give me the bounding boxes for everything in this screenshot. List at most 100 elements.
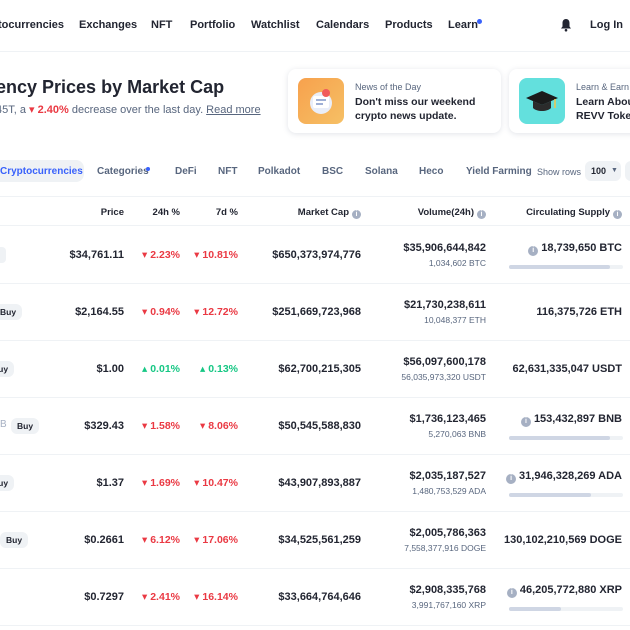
- supply-progress-fill: [509, 493, 592, 497]
- buy-button[interactable]: Buy: [11, 418, 40, 434]
- info-icon[interactable]: i: [506, 588, 517, 598]
- volume-usd[interactable]: $56,097,600,178: [403, 356, 486, 368]
- volume-coin: 1,034,602 BTC: [428, 258, 486, 268]
- caret-down-icon: ▾: [194, 306, 200, 318]
- supply-value: 18,739,650 BTC: [541, 242, 622, 254]
- volume-coin: 56,035,973,320 USDT: [401, 372, 486, 382]
- bell-icon[interactable]: [560, 18, 572, 32]
- supply-progress-bar: [509, 607, 623, 611]
- info-icon[interactable]: i: [477, 210, 486, 219]
- tab-yield-farming[interactable]: Yield Farming: [466, 166, 532, 177]
- volume-coin: 1,480,753,529 ADA: [412, 486, 486, 496]
- change-24h: ▾ 1.58%: [142, 420, 180, 432]
- login-button[interactable]: Log In: [590, 19, 623, 31]
- volume-coin: 10,048,377 ETH: [424, 315, 486, 325]
- change-7d-value: 17.06%: [202, 534, 238, 546]
- table-row[interactable]: $34,761.11 ▾ 2.23% ▾ 10.81% $650,373,974,77…: [0, 227, 630, 284]
- nav-calendars[interactable]: Calendars: [316, 19, 369, 31]
- col-volume[interactable]: Volume(24h) i: [418, 207, 486, 219]
- read-more-link[interactable]: Read more: [206, 104, 260, 116]
- caret-down-icon: ▾: [142, 306, 148, 318]
- col-price[interactable]: Price: [101, 207, 124, 218]
- tab-solana[interactable]: Solana: [365, 166, 398, 177]
- caret-down-icon: ▾: [142, 477, 148, 489]
- nav-nft[interactable]: NFT: [151, 19, 172, 31]
- top-navigation: tocurrencies Exchanges NFT Portfolio Wat…: [0, 0, 630, 52]
- change-24h-value: 6.12%: [150, 534, 180, 546]
- nav-exchanges[interactable]: Exchanges: [79, 19, 137, 31]
- tab-heco[interactable]: Heco: [419, 166, 443, 177]
- category-tabs: Cryptocurrencies Categories DeFi NFT Pol…: [0, 155, 630, 189]
- card-headline-line: Don't miss our weekend: [355, 96, 476, 108]
- chevron-down-icon: ▼: [611, 167, 618, 174]
- coin-price: $2,164.55: [75, 306, 124, 318]
- tab-categories[interactable]: Categories: [97, 166, 149, 177]
- supply-progress-bar: [509, 436, 623, 440]
- col-7d[interactable]: 7d %: [216, 207, 238, 218]
- col-24h[interactable]: 24h %: [153, 207, 180, 218]
- volume-coin: 5,270,063 BNB: [428, 429, 486, 439]
- tab-polkadot[interactable]: Polkadot: [258, 166, 300, 177]
- supply-value: 153,432,897 BNB: [533, 413, 622, 425]
- table-header: Price 24h % 7d % Market Cap i Volume(24h)…: [0, 196, 630, 226]
- caret-down-icon: ▾: [194, 249, 200, 261]
- nav-watchlist[interactable]: Watchlist: [251, 19, 300, 31]
- volume-usd[interactable]: $35,906,644,842: [403, 242, 486, 254]
- volume-usd[interactable]: $1,736,123,465: [410, 413, 486, 425]
- volume-coin: 3,991,767,160 XRP: [411, 600, 486, 610]
- buy-button[interactable]: Buy: [0, 532, 29, 548]
- nav-products[interactable]: Products: [385, 19, 433, 31]
- info-icon[interactable]: i: [520, 417, 531, 427]
- table-row[interactable]: Buy$1.00▴ 0.01%▴ 0.13%$62,700,215,305$56…: [0, 341, 630, 398]
- info-icon[interactable]: i: [528, 246, 539, 256]
- nav-learn[interactable]: Learn: [448, 19, 478, 31]
- circulating-supply: i 18,739,650 BTC: [528, 242, 622, 256]
- table-row[interactable]: $0.7297 ▾ 2.41% ▾ 16.14% $33,664,764,646 $2,…: [0, 569, 630, 626]
- tab-defi[interactable]: DeFi: [175, 166, 197, 177]
- coin-price: $0.7297: [84, 591, 124, 603]
- change-24h-value: 1.69%: [150, 477, 180, 489]
- news-illustration-icon: [298, 78, 344, 124]
- learn-earn-card[interactable]: Learn & Earn Learn About REVV Token: [509, 69, 630, 133]
- buy-button[interactable]: Buy: [0, 304, 23, 320]
- card-kicker: News of the Day: [355, 82, 422, 92]
- change-7d-value: 12.72%: [202, 306, 238, 318]
- col-supply-label: Circulating Supply: [526, 207, 610, 218]
- volume-usd[interactable]: $2,908,335,768: [410, 584, 486, 596]
- filter-button[interactable]: [625, 161, 630, 181]
- market-summary: 45T, a ▾ 2.40% decrease over the last da…: [0, 103, 261, 116]
- caret-down-icon: ▾: [200, 420, 206, 432]
- nav-portfolio[interactable]: Portfolio: [190, 19, 235, 31]
- tab-bsc[interactable]: BSC: [322, 166, 343, 177]
- table-row[interactable]: B Buy $329.43 ▾ 1.58% ▾ 8.06% $50,545,588,830…: [0, 398, 630, 455]
- summary-prefix: 45T, a: [0, 104, 26, 116]
- caret-down-icon: ▾: [142, 534, 148, 546]
- table-row[interactable]: Buy$1.37▾ 1.69%▾ 10.47%$43,907,893,887$2…: [0, 455, 630, 512]
- change-24h: ▴ 0.01%: [142, 363, 180, 375]
- info-icon[interactable]: i: [506, 474, 517, 484]
- info-icon[interactable]: i: [352, 210, 361, 219]
- volume-usd[interactable]: $21,730,238,611: [404, 299, 486, 311]
- coin-price: $0.2661: [84, 534, 124, 546]
- change-7d: ▾ 10.47%: [194, 477, 238, 489]
- buy-button[interactable]: Buy: [0, 361, 15, 377]
- circulating-supply: i 31,946,328,269 ADA: [506, 470, 622, 484]
- table-row[interactable]: Buy $2,164.55 ▾ 0.94% ▾ 12.72% $251,669,723,…: [0, 284, 630, 341]
- volume-coin: 7,558,377,916 DOGE: [404, 543, 486, 553]
- supply-progress-fill: [509, 436, 611, 440]
- news-card[interactable]: News of the Day Don't miss our weekend cr…: [288, 69, 501, 133]
- info-icon[interactable]: i: [613, 210, 622, 219]
- tab-cryptocurrencies-label[interactable]: Cryptocurrencies: [0, 166, 83, 177]
- tab-nft[interactable]: NFT: [218, 166, 237, 177]
- volume-usd[interactable]: $2,005,786,363: [410, 527, 486, 539]
- star-icon[interactable]: [0, 247, 6, 263]
- col-market-cap[interactable]: Market Cap i: [298, 207, 361, 219]
- coin-price: $34,761.11: [69, 249, 124, 261]
- col-circulating-supply[interactable]: Circulating Supply i: [526, 207, 622, 219]
- col-market-cap-label: Market Cap: [297, 207, 349, 218]
- buy-button[interactable]: Buy: [0, 475, 15, 491]
- nav-cryptocurrencies[interactable]: tocurrencies: [0, 19, 64, 31]
- table-row[interactable]: Buy $0.2661 ▾ 6.12% ▾ 17.06% $34,525,561,259…: [0, 512, 630, 569]
- volume-usd[interactable]: $2,035,187,527: [410, 470, 486, 482]
- coin-price: $1.00: [96, 363, 124, 375]
